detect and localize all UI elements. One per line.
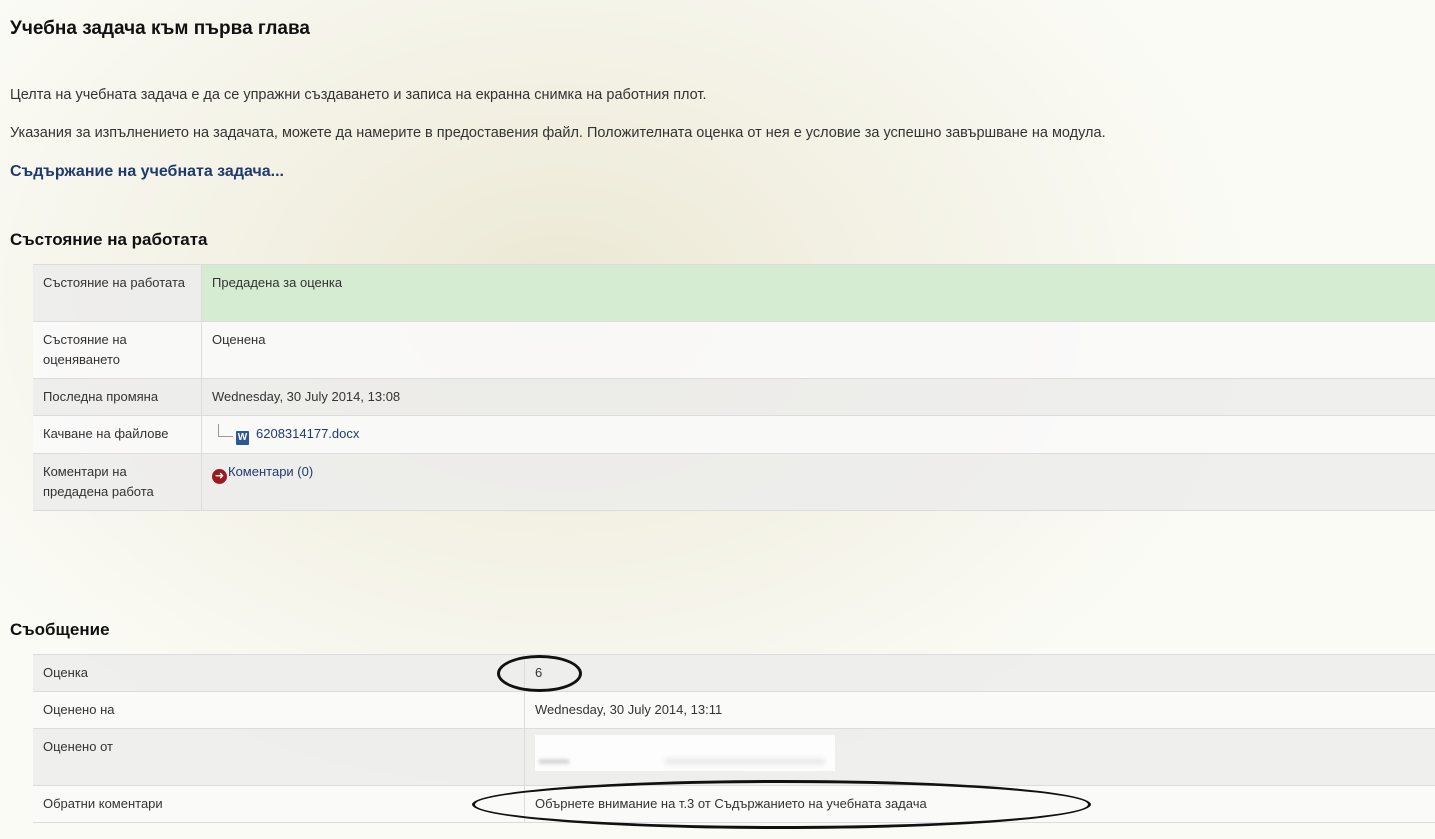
- feedback-heading: Съобщение: [10, 620, 110, 639]
- row-label-grading-status: Състояние на оценяването: [33, 321, 202, 379]
- submission-status-heading: Състояние на работата: [10, 230, 208, 249]
- table-row: Оценено на Wednesday, 30 July 2014, 13:1…: [33, 691, 1435, 729]
- submission-status-value: Предадена за оценка: [201, 264, 1435, 322]
- file-uploads-cell: W 6208314177.docx: [201, 415, 1435, 454]
- word-file-icon: W: [236, 431, 249, 445]
- assignment-intro: Целта на учебната задача е да се упражни…: [10, 87, 707, 103]
- submission-comments-cell: ➜ Коментари (0): [201, 453, 1435, 511]
- graded-on-value: Wednesday, 30 July 2014, 13:11: [524, 691, 1435, 729]
- comments-link[interactable]: Коментари (0): [228, 464, 313, 479]
- table-row: Коментари на предадена работа ➜ Коментари…: [33, 453, 1435, 511]
- table-row: Последна промяна Wednesday, 30 July 2014…: [33, 378, 1435, 416]
- grader-redacted-image: [535, 735, 835, 771]
- table-row: Състояние на работата Предадена за оценк…: [33, 264, 1435, 322]
- row-label-submission-status: Състояние на работата: [33, 264, 202, 322]
- row-label-file-uploads: Качване на файлове: [33, 415, 202, 454]
- tree-connector: [218, 424, 233, 437]
- assignment-content-link[interactable]: Съдържание на учебната задача...: [10, 163, 284, 181]
- row-label-last-modified: Последна промяна: [33, 378, 202, 416]
- graded-by-cell: [524, 728, 1435, 786]
- page-title: Учебна задача към първа глава: [10, 18, 310, 39]
- uploaded-file-link[interactable]: 6208314177.docx: [256, 426, 359, 441]
- row-label-feedback-comments: Обратни коментари: [33, 785, 525, 823]
- row-label-graded-by: Оценено от: [33, 728, 525, 786]
- row-label-graded-on: Оценено на: [33, 691, 525, 729]
- grade-value: 6: [524, 654, 1435, 692]
- row-label-submission-comments: Коментари на предадена работа: [33, 453, 202, 511]
- grade-highlight-ellipse: [497, 655, 582, 692]
- arrow-right-circle-icon[interactable]: ➜: [212, 469, 227, 484]
- last-modified-value: Wednesday, 30 July 2014, 13:08: [201, 378, 1435, 416]
- grading-status-value: Оценена: [201, 321, 1435, 379]
- table-row: Качване на файлове W 6208314177.docx: [33, 415, 1435, 454]
- table-row: Състояние на оценяването Оценена: [33, 321, 1435, 379]
- assignment-page: Учебна задача към първа глава Целта на у…: [0, 0, 1435, 839]
- table-row: Оценка 6: [33, 654, 1435, 692]
- table-row: Оценено от: [33, 728, 1435, 786]
- assignment-instructions: Указания за изпълнението на задачата, мо…: [10, 125, 1106, 141]
- submission-status-table: Състояние на работата Предадена за оценк…: [33, 264, 1435, 511]
- row-label-grade: Оценка: [33, 654, 525, 692]
- feedback-highlight-ellipse: [472, 780, 1091, 829]
